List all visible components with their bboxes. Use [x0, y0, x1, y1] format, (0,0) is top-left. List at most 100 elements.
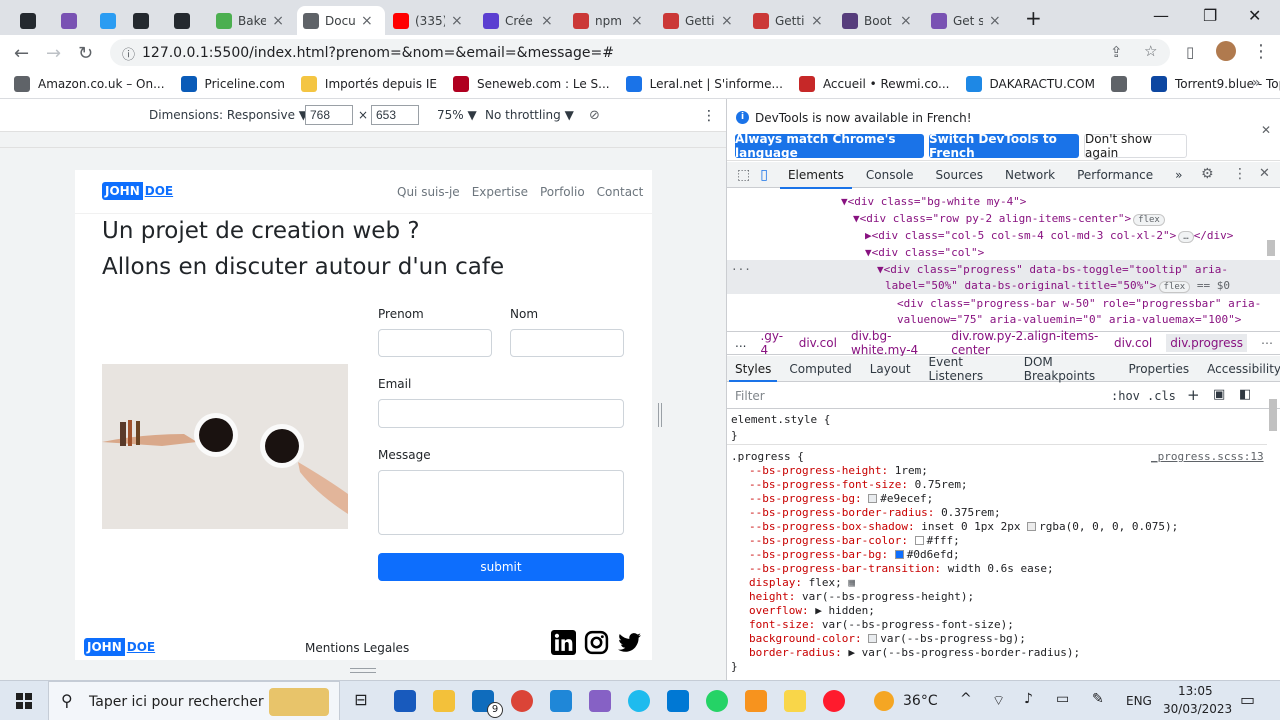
notifications-icon[interactable]: ▭ — [1240, 690, 1255, 709]
tray-chevron-icon[interactable]: ^ — [960, 691, 972, 707]
close-tab-icon[interactable]: × — [989, 13, 1001, 29]
inspect-element-icon[interactable]: ⬚ — [737, 167, 750, 183]
css-declaration[interactable]: --bs-progress-bar-color: #fff; — [749, 534, 960, 547]
styles-subtab[interactable]: Styles — [728, 362, 778, 382]
browser-tab[interactable]: Get s × — [925, 6, 1007, 35]
input-language[interactable]: ENG — [1126, 694, 1152, 708]
viewport-width-input[interactable] — [305, 105, 353, 125]
breadcrumb-item[interactable]: div.col — [799, 336, 837, 350]
dimensions-select[interactable]: Dimensions: Responsive ▼ — [149, 108, 308, 122]
browser-tab[interactable]: npm × — [567, 6, 649, 35]
tab-elements[interactable]: Elements — [779, 168, 852, 189]
css-declaration[interactable]: --bs-progress-box-shadow: inset 0 1px 2p… — [749, 520, 1178, 533]
dom-node[interactable]: <div class="progress-bar w-50" role="pro… — [897, 297, 1261, 310]
breadcrumb-item[interactable]: .gy-4 — [760, 329, 784, 357]
styles-subtab[interactable]: Computed — [789, 362, 851, 376]
devtools-menu-icon[interactable]: ⋮ — [1233, 166, 1247, 182]
info-icon[interactable]: ⓘ — [122, 44, 135, 63]
sidebar-toggle-icon[interactable]: ◧ — [1239, 387, 1251, 402]
breadcrumb-more-icon[interactable]: ⋯ — [1261, 336, 1273, 350]
vscode-icon[interactable] — [550, 690, 572, 712]
bookmark-item[interactable] — [1110, 75, 1135, 92]
new-rule-icon[interactable]: + — [1187, 386, 1200, 404]
close-tab-icon[interactable]: × — [272, 13, 284, 29]
hov-toggle[interactable]: :hov — [1111, 389, 1140, 403]
color-swatch[interactable] — [1027, 522, 1037, 531]
css-declaration[interactable]: --bs-progress-bg: #e9ecef; — [749, 492, 933, 505]
computed-styles-icon[interactable]: ▣ — [1213, 387, 1225, 402]
minimize-icon[interactable]: — — [1153, 6, 1169, 25]
nav-qui-suis-je[interactable]: Qui suis-je — [397, 185, 460, 199]
prenom-input[interactable] — [378, 329, 492, 357]
breadcrumb-item[interactable]: div.bg-white.my-4 — [851, 329, 937, 357]
tab-performance[interactable]: Performance — [1077, 168, 1153, 182]
file-explorer-icon[interactable] — [433, 690, 455, 712]
browser-tab[interactable] — [14, 6, 48, 35]
nav-expertise[interactable]: Expertise — [472, 185, 528, 199]
css-declaration[interactable]: overflow: ▶ hidden; — [749, 604, 875, 617]
linkedin-icon[interactable] — [551, 630, 576, 655]
dom-node[interactable]: ▶<div class="col-5 col-sm-4 col-md-3 col… — [865, 229, 1233, 243]
weather-temp[interactable]: 36°C — [903, 693, 938, 709]
css-declaration[interactable]: --bs-progress-height: 1rem; — [749, 464, 928, 477]
tab-console[interactable]: Console — [866, 168, 914, 182]
edge-icon[interactable] — [628, 690, 650, 712]
browser-tab[interactable]: Getti × — [657, 6, 739, 35]
address-bar[interactable]: ⓘ 127.0.0.1:5500/index.html?prenom=&nom=… — [110, 39, 1170, 66]
flex-badge[interactable]: flex — [1133, 214, 1165, 226]
task-view-icon[interactable]: ⊟ — [350, 690, 372, 712]
side-panel-icon[interactable]: ▯ — [1186, 43, 1194, 61]
submit-button[interactable]: submit — [378, 553, 624, 581]
menu-kebab-icon[interactable]: ⋮ — [1252, 41, 1270, 62]
message-textarea[interactable] — [378, 470, 624, 535]
bookmark-item[interactable]: Priceline.com — [180, 75, 285, 92]
dom-node[interactable]: ▼<div class="bg-white my-4"> — [841, 195, 1026, 208]
element-style-selector[interactable]: element.style { — [731, 413, 830, 426]
nav-portfolio[interactable]: Porfolio — [540, 185, 585, 199]
css-declaration[interactable]: height: var(--bs-progress-height); — [749, 590, 974, 603]
new-tab-icon[interactable]: + — [1025, 6, 1042, 30]
browser-tab[interactable] — [55, 6, 89, 35]
close-tab-icon[interactable]: × — [721, 13, 733, 29]
bookmark-item[interactable]: Seneweb.com : Le S... — [452, 75, 610, 92]
styles-subtab[interactable]: Layout — [870, 362, 911, 376]
cls-toggle[interactable]: .cls — [1147, 389, 1176, 403]
wifi-icon[interactable]: ⌔ — [992, 692, 1005, 710]
nav-contact[interactable]: Contact — [597, 185, 644, 199]
ellipsis-badge[interactable]: … — [1178, 231, 1194, 243]
bookmark-item[interactable]: DAKARACTU.COM — [965, 75, 1095, 92]
flexbox-editor-icon[interactable]: ▦ — [842, 576, 855, 589]
nom-input[interactable] — [510, 329, 624, 357]
styles-subtab[interactable]: Accessibility — [1207, 362, 1280, 376]
bookmark-item[interactable]: Torrent9.blue - Top... — [1150, 75, 1280, 92]
breadcrumb-item[interactable]: div.progress — [1166, 334, 1247, 352]
color-swatch[interactable] — [914, 536, 924, 545]
color-swatch[interactable] — [868, 494, 878, 503]
close-tab-icon[interactable]: × — [811, 13, 823, 29]
breadcrumb-item[interactable]: ... — [735, 336, 746, 350]
breadcrumb-item[interactable]: div.col — [1114, 336, 1152, 350]
viewport-resize-handle-right[interactable] — [658, 403, 662, 427]
taskbar-search[interactable]: ⚲ Taper ici pour rechercher — [48, 681, 340, 720]
styles-subtab[interactable]: Properties — [1129, 362, 1190, 376]
bookmarks-overflow-icon[interactable]: » — [1252, 75, 1261, 91]
browser-tab[interactable]: Crée × — [477, 6, 559, 35]
color-swatch[interactable] — [894, 550, 904, 559]
word-icon[interactable] — [394, 690, 416, 712]
site-logo[interactable]: JOHN DOE — [102, 182, 175, 200]
instagram-icon[interactable] — [584, 630, 609, 655]
chrome-icon[interactable] — [511, 690, 533, 712]
dom-node-selected-cont[interactable]: label="50%" data-bs-original-title="50%"… — [885, 279, 1230, 293]
progress-selector[interactable]: .progress { — [731, 450, 804, 463]
dont-show-again-button[interactable]: Don't show again — [1084, 132, 1187, 160]
back-icon[interactable]: ← — [14, 43, 29, 64]
device-toggle-icon[interactable]: ▯ — [760, 167, 768, 183]
copilot-icon[interactable] — [589, 690, 611, 712]
tab-network[interactable]: Network — [1005, 168, 1055, 182]
forward-icon[interactable]: → — [46, 43, 61, 64]
browser-tab[interactable]: Docu × — [297, 6, 385, 35]
bookmark-star-icon[interactable]: ☆ — [1144, 42, 1157, 60]
color-swatch[interactable] — [868, 634, 878, 643]
share-icon[interactable]: ⇪ — [1110, 43, 1123, 61]
browser-tab[interactable]: Boot × — [836, 6, 918, 35]
